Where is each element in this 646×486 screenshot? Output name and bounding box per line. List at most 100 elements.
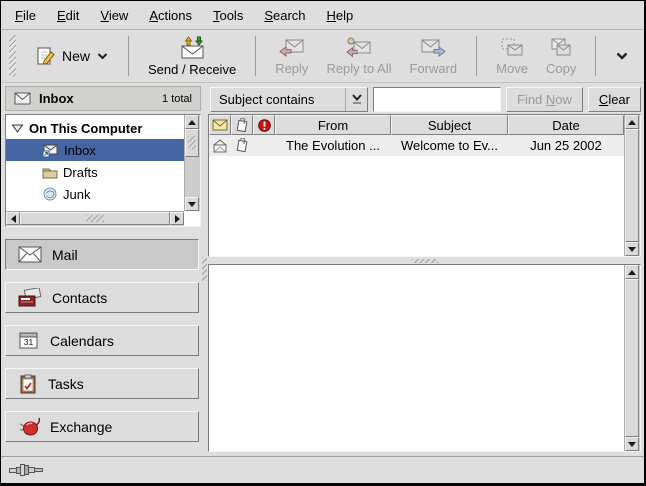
component-switcher: Mail Contacts	[5, 239, 201, 442]
move-label: Move	[496, 61, 528, 76]
message-list: From Subject Date	[208, 114, 641, 257]
forward-label: Forward	[409, 61, 457, 76]
scroll-up-button[interactable]	[625, 265, 639, 279]
clear-button[interactable]: Clear	[588, 87, 641, 112]
read-status-cell	[209, 139, 231, 153]
toolbar-separator	[255, 36, 256, 76]
message-subject: Welcome to Ev...	[391, 138, 508, 153]
toolbar-overflow-button[interactable]	[610, 48, 634, 64]
scrollbar-thumb[interactable]	[20, 212, 170, 225]
scrollbar-thumb[interactable]	[625, 129, 639, 242]
pane-splitter[interactable]	[201, 83, 208, 456]
toolbar-grip[interactable]	[9, 35, 16, 77]
switcher-calendars-button[interactable]: 31 Calendars	[5, 325, 199, 356]
column-date[interactable]: Date	[508, 115, 624, 135]
message-list-vscrollbar[interactable]	[624, 115, 640, 256]
new-mail-icon	[35, 46, 55, 66]
switcher-contacts-button[interactable]: Contacts	[5, 282, 199, 313]
splitter-grip[interactable]	[202, 257, 207, 281]
menu-tools[interactable]: Tools	[205, 4, 251, 27]
folder-tree-vscrollbar[interactable]	[184, 115, 200, 211]
menu-search[interactable]: Search	[256, 4, 313, 27]
switcher-label: Calendars	[50, 333, 114, 349]
message-date: Jun 25 2002	[508, 138, 624, 153]
forward-button[interactable]: Forward	[400, 34, 466, 79]
menu-view[interactable]: View	[92, 4, 136, 27]
reply-to-all-icon	[346, 37, 372, 58]
search-bar: Subject contains Find Now Clear	[210, 86, 641, 112]
mail-envelope-icon	[14, 92, 31, 105]
scroll-down-button[interactable]	[185, 197, 199, 211]
folder-tree-hscrollbar[interactable]	[6, 211, 184, 226]
find-now-button[interactable]: Find Now	[506, 87, 583, 112]
evolution-window: File Edit View Actions Tools Search Help…	[0, 0, 646, 486]
splitter-grip[interactable]	[412, 259, 438, 263]
preview-pane	[208, 264, 641, 452]
scroll-down-button[interactable]	[625, 437, 639, 451]
scrollbar-thumb[interactable]	[185, 129, 199, 157]
search-criteria-select[interactable]: Subject contains	[210, 87, 368, 112]
menu-edit[interactable]: Edit	[49, 4, 87, 27]
scroll-left-button[interactable]	[6, 212, 20, 225]
column-subject[interactable]: Subject	[391, 115, 508, 135]
reply-label: Reply	[275, 61, 308, 76]
scroll-up-button[interactable]	[625, 115, 639, 129]
reply-to-all-button[interactable]: Reply to All	[317, 34, 400, 79]
folder-icon	[42, 166, 58, 179]
menu-actions[interactable]: Actions	[141, 4, 200, 27]
move-button[interactable]: Move	[487, 34, 537, 79]
preview-splitter[interactable]	[208, 257, 641, 264]
menu-help[interactable]: Help	[319, 4, 362, 27]
switcher-mail-button[interactable]: Mail	[5, 239, 199, 270]
tree-item-on-this-computer[interactable]: On This Computer	[6, 117, 184, 139]
tree-item-inbox[interactable]: Inbox	[6, 139, 184, 161]
folder-header: Inbox 1 total	[5, 86, 201, 111]
new-button-label: New	[62, 48, 90, 64]
switcher-label: Mail	[52, 247, 78, 263]
svg-text:31: 31	[24, 337, 34, 347]
tree-item-label: Inbox	[64, 143, 96, 158]
search-input[interactable]	[373, 87, 501, 112]
send-receive-icon	[179, 36, 206, 59]
column-attachment[interactable]	[231, 115, 253, 135]
column-from[interactable]: From	[275, 115, 391, 135]
switcher-label: Tasks	[48, 376, 84, 392]
column-importance[interactable]	[253, 115, 275, 135]
folder-tree: On This Computer Inbox	[5, 114, 201, 227]
switcher-tasks-button[interactable]: Tasks	[5, 368, 199, 399]
expander-open-icon[interactable]	[11, 123, 24, 134]
copy-button[interactable]: Copy	[537, 34, 585, 79]
toolbar-separator	[595, 36, 596, 76]
tree-item-label: On This Computer	[29, 121, 142, 136]
tree-item-junk[interactable]: Junk	[6, 183, 184, 205]
scroll-down-button[interactable]	[625, 242, 639, 256]
exchange-plug-icon	[18, 417, 40, 437]
scroll-up-button[interactable]	[185, 115, 199, 129]
switcher-exchange-button[interactable]: Exchange	[5, 411, 199, 442]
preview-vscrollbar[interactable]	[624, 265, 640, 451]
message-from: The Evolution ...	[275, 138, 391, 153]
new-button[interactable]: New	[25, 38, 118, 74]
chevron-down-icon	[97, 53, 108, 60]
column-status[interactable]	[209, 115, 231, 135]
scrollbar-thumb[interactable]	[625, 279, 639, 437]
scroll-right-button[interactable]	[170, 212, 184, 225]
mail-pane: Subject contains Find Now Clear	[208, 83, 644, 456]
message-row[interactable]: The Evolution ... Welcome to Ev... Jun 2…	[209, 135, 624, 156]
statusbar	[1, 456, 644, 483]
search-criteria-value: Subject contains	[219, 92, 314, 107]
toolbar-separator	[476, 36, 477, 76]
folder-message-count: 1 total	[162, 93, 192, 105]
menu-file[interactable]: File	[7, 4, 44, 27]
send-receive-button[interactable]: Send / Receive	[139, 33, 245, 80]
main-area: Inbox 1 total On This Computer	[1, 83, 644, 456]
contacts-icon	[18, 288, 42, 307]
importance-icon	[258, 119, 271, 132]
inbox-folder-icon	[42, 143, 59, 158]
attachment-icon	[235, 118, 250, 133]
move-icon	[500, 37, 524, 58]
reply-button[interactable]: Reply	[266, 34, 317, 79]
chevron-down-icon	[616, 52, 628, 60]
online-status-connector-icon[interactable]	[9, 463, 43, 477]
tree-item-drafts[interactable]: Drafts	[6, 161, 184, 183]
